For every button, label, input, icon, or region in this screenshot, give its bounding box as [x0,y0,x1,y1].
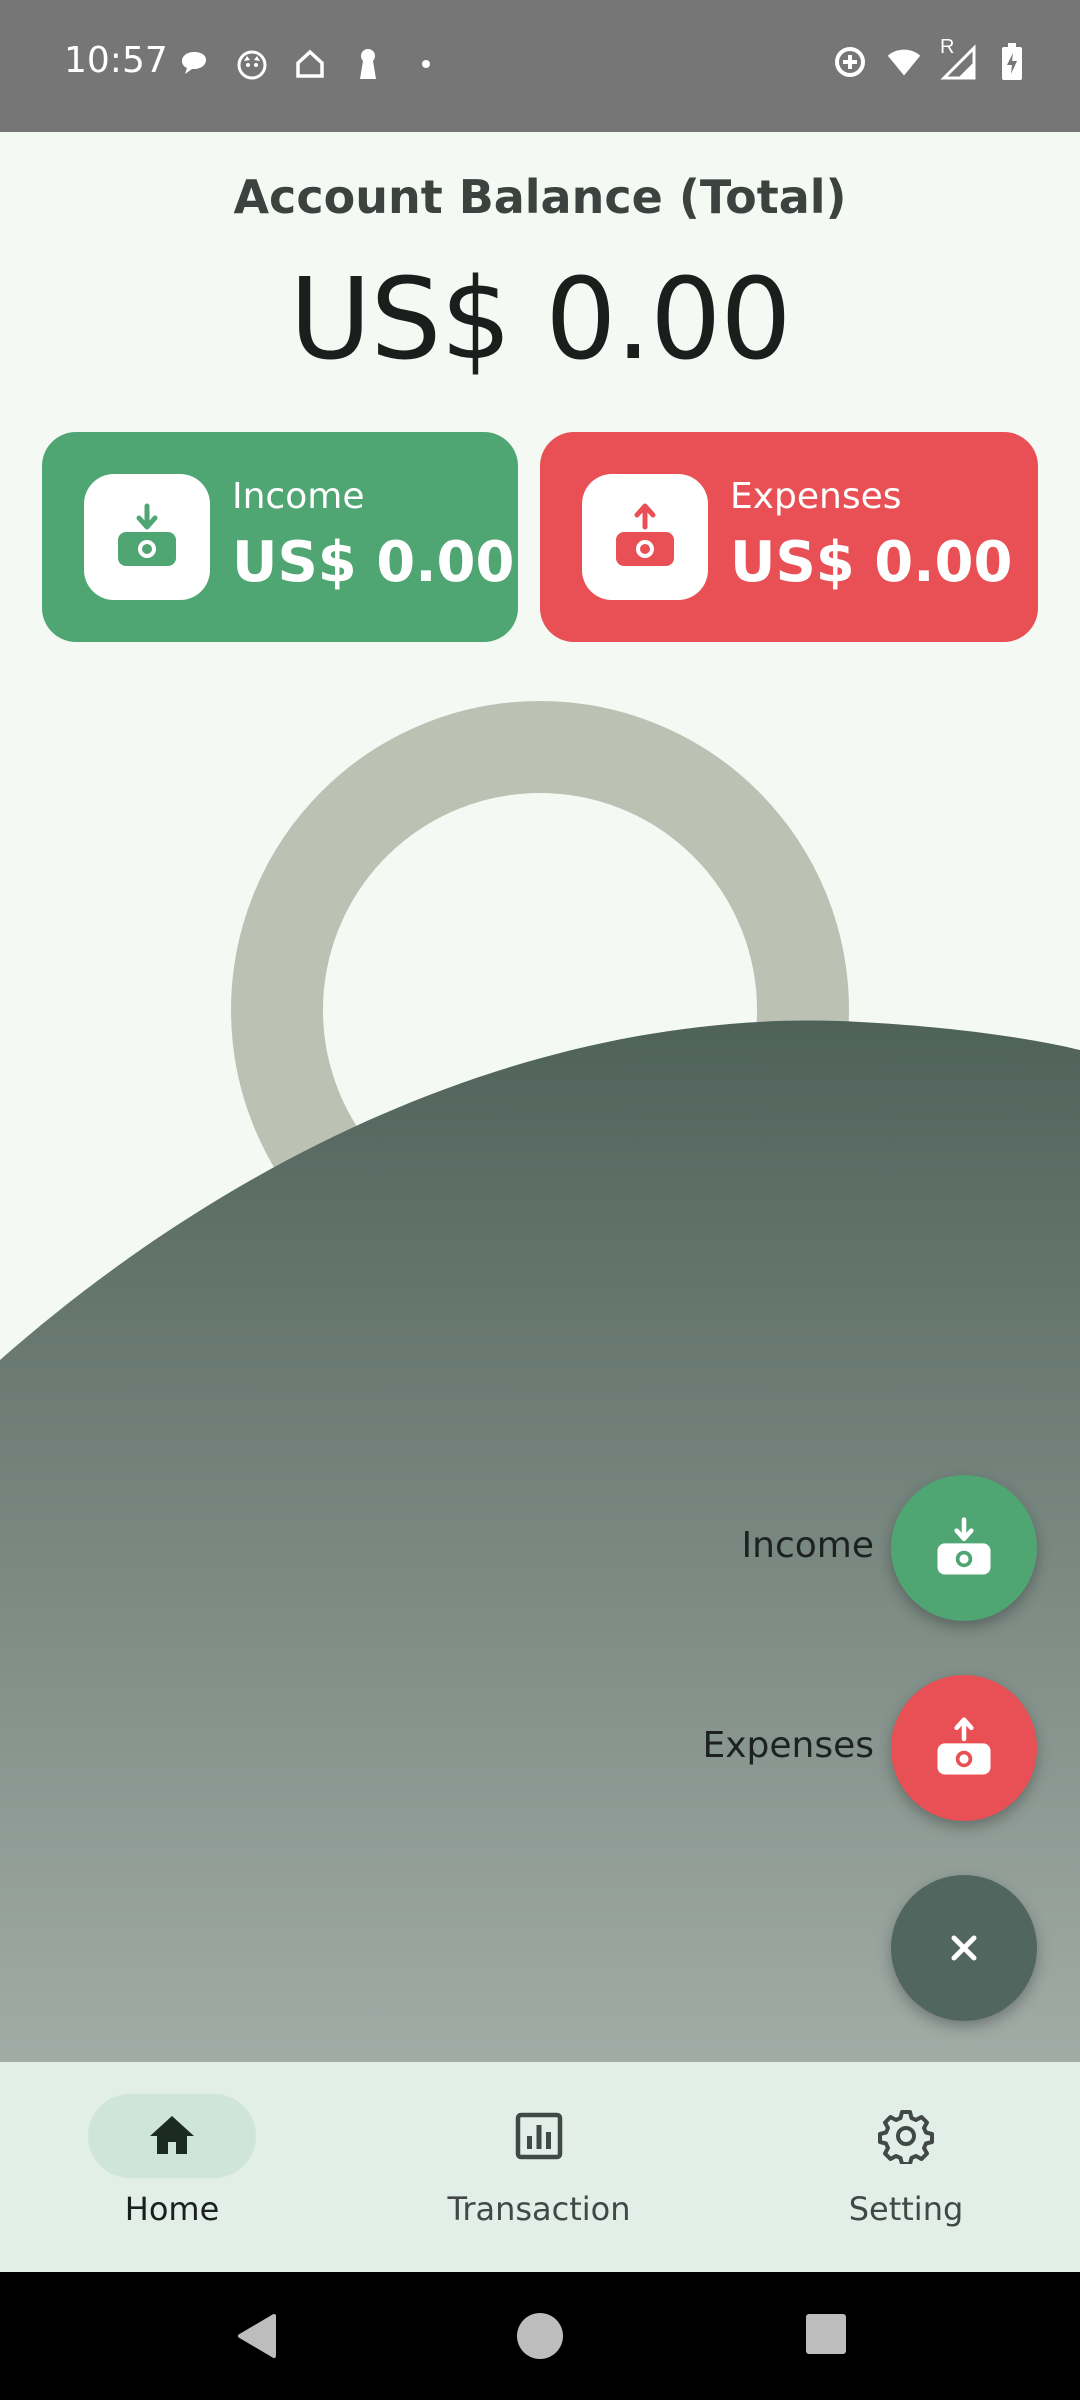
speed-dial-income-label[interactable]: Income [742,1525,874,1566]
system-status-icons: R [832,36,1030,80]
recents-icon[interactable] [802,2310,850,2358]
wifi-icon [886,44,922,80]
cat-face-icon [234,46,270,82]
battery-charging-icon [994,43,1030,80]
income-card-label: Income [232,476,365,517]
income-card-value: US$ 0.00 [232,530,515,595]
nav-home-indicator [88,2094,256,2178]
bottom-navigation: Home Transaction Setting [0,2062,1080,2272]
nav-label-home: Home [124,2190,220,2228]
page-title: Account Balance (Total) [233,170,847,224]
add-income-button[interactable] [891,1475,1037,1621]
notification-icons [176,46,444,82]
speed-dial-expenses-label[interactable]: Expenses [702,1725,874,1766]
expenses-icon-box [582,474,708,600]
total-balance: US$ 0.00 [289,255,791,385]
dot-icon [408,46,444,82]
chat-bubble-icon [176,46,212,82]
data-saver-icon [832,44,868,80]
signal-roaming-icon: R [940,36,976,80]
home-outline-icon [292,46,328,82]
nav-item-home[interactable]: Home [22,2094,322,2228]
home-circle-icon[interactable] [514,2310,566,2362]
nav-setting-indicator [822,2094,990,2178]
keyhole-icon [350,46,386,82]
status-time: 10:57 [64,40,168,81]
expenses-card-label: Expenses [730,476,902,517]
nav-label-transaction: Transaction [447,2190,631,2228]
add-expense-button[interactable] [891,1675,1037,1821]
income-icon-box [84,474,210,600]
roaming-indicator: R [940,36,955,58]
nav-label-setting: Setting [848,2190,964,2228]
expenses-card[interactable]: Expenses US$ 0.00 [540,432,1038,642]
balance-donut-chart [231,701,849,1319]
expenses-card-value: US$ 0.00 [730,530,1013,595]
nav-transaction-indicator [455,2094,623,2178]
bar-chart-icon [515,2112,563,2160]
wallet-download-icon [118,503,176,566]
wallet-upload-icon [616,503,674,566]
wallet-download-icon [937,1517,991,1575]
close-icon [951,1935,977,1961]
close-speed-dial-button[interactable] [891,1875,1037,2021]
nav-item-transaction[interactable]: Transaction [389,2094,689,2228]
status-bar: 10:57 R [0,0,1080,132]
donut-empty-ring [231,701,849,1319]
gear-icon [878,2110,934,2164]
income-card[interactable]: Income US$ 0.00 [42,432,518,642]
wallet-upload-icon [937,1717,991,1775]
back-icon[interactable] [232,2310,284,2362]
nav-item-setting[interactable]: Setting [756,2094,1056,2228]
home-icon [150,2116,194,2154]
system-navigation-bar [0,2272,1080,2400]
